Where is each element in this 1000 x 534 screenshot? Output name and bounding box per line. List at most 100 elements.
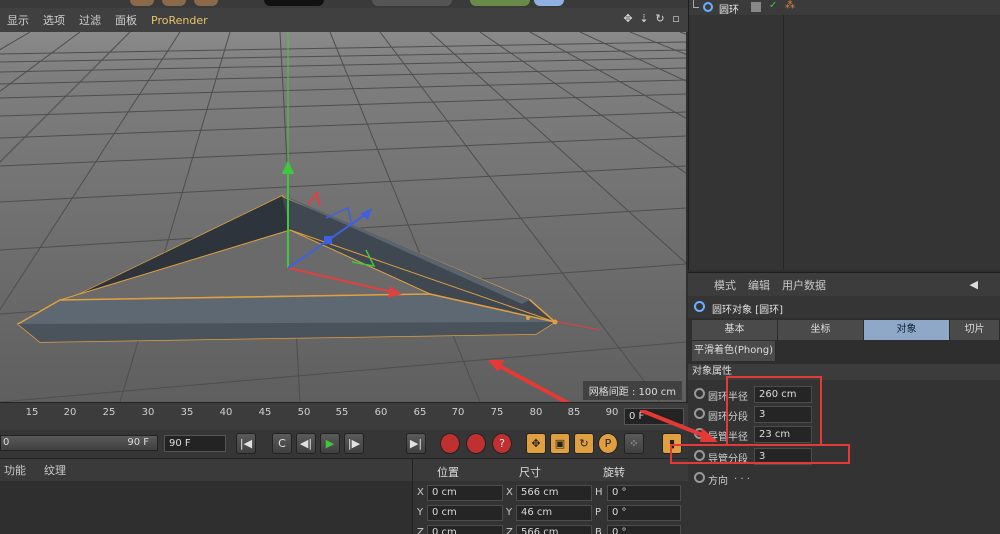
scale-key-icon[interactable]: ▣ (550, 433, 570, 454)
menu-edit[interactable]: 编辑 (748, 277, 770, 293)
dolly-view-icon[interactable]: ⇣ (638, 12, 650, 26)
rotate-view-icon[interactable]: ↻ (654, 12, 666, 26)
menu-prorender[interactable]: ProRender (144, 14, 215, 27)
tick-label: 25 (102, 407, 116, 418)
menu-display[interactable]: 显示 (0, 12, 36, 28)
tick-label: 40 (219, 407, 233, 418)
axis-label: H (595, 487, 603, 498)
torus-icon (694, 301, 705, 312)
play-button[interactable]: ▶ (320, 433, 340, 454)
attributes-title: 圆环对象 [圆环] (688, 296, 1000, 318)
animate-radio[interactable] (694, 472, 705, 483)
timeline-ruler[interactable]: 15 20 25 30 35 40 45 50 55 60 65 70 75 8… (0, 402, 688, 430)
autokey-icon[interactable] (466, 433, 486, 454)
object-manager-divider (783, 15, 784, 270)
coord-row-x: X 0 cm X 566 cm H 0 ° (413, 483, 689, 503)
go-to-start-button[interactable]: |◀ (236, 433, 256, 454)
axis-label: Y (417, 507, 424, 518)
toolbar-icon[interactable] (162, 0, 186, 6)
tree-line-icon (693, 0, 699, 8)
phong-tag-icon[interactable]: ⁂ (785, 0, 795, 11)
step-forward-button[interactable]: |▶ (344, 433, 364, 454)
coord-row-y: Y 0 cm Y 46 cm P 0 ° (413, 503, 689, 523)
toolbar-icon[interactable] (470, 0, 530, 6)
object-name[interactable]: 圆环 (719, 1, 739, 16)
tick-label: 70 (451, 407, 465, 418)
menu-mode[interactable]: 模式 (714, 277, 736, 293)
annotation-box (726, 376, 822, 446)
tick-label: 90 (605, 407, 619, 418)
toolbar-icon[interactable] (264, 0, 324, 6)
object-manager: 圆环 ✓ ⁂ (688, 0, 1000, 270)
size-y-field[interactable]: 46 cm (516, 505, 592, 521)
axis-label: X (506, 487, 513, 498)
menu-panel[interactable]: 面板 (108, 12, 144, 28)
position-header: 位置 (437, 466, 459, 479)
toolbar-icon[interactable] (194, 0, 218, 6)
rotate-key-icon[interactable]: ↻ (574, 433, 594, 454)
tick-label: 55 (335, 407, 349, 418)
rotation-b-field[interactable]: 0 ° (607, 525, 681, 534)
record-icon[interactable] (440, 433, 460, 454)
size-z-field[interactable]: 566 cm (516, 525, 592, 534)
tick-label: 85 (567, 407, 581, 418)
tick-label: 45 (258, 407, 272, 418)
move-view-icon[interactable]: ✥ (622, 12, 634, 26)
tab-phong[interactable]: 平滑着色(Phong) (692, 341, 776, 361)
animate-radio[interactable] (694, 388, 705, 399)
rotation-p-field[interactable]: 0 ° (607, 505, 681, 521)
tab-object[interactable]: 对象 (864, 320, 950, 340)
end-frame-field[interactable]: 90 F (164, 435, 226, 452)
tick-label: 60 (374, 407, 388, 418)
tick-label: 75 (490, 407, 504, 418)
tab-slice[interactable]: 切片 (950, 320, 1000, 340)
toolbar-icon[interactable] (130, 0, 154, 6)
tick-label: 30 (141, 407, 155, 418)
toolbar-icon[interactable] (534, 0, 564, 6)
orientation-dropdown[interactable]: . . . (734, 471, 750, 482)
size-x-field[interactable]: 566 cm (516, 485, 592, 501)
rotation-h-field[interactable]: 0 ° (607, 485, 681, 501)
tab-basic[interactable]: 基本 (692, 320, 778, 340)
tick-label: 15 (25, 407, 39, 418)
menu-texture[interactable]: 纹理 (44, 462, 66, 478)
object-title: 圆环对象 [圆环] (712, 305, 783, 316)
back-arrow-icon[interactable]: ◀ (970, 278, 978, 291)
move-key-icon[interactable]: ✥ (526, 433, 546, 454)
material-menu: 功能 纹理 (0, 459, 412, 481)
param-orientation: 方向 . . . (688, 468, 1000, 488)
axis-label: X (417, 487, 424, 498)
preview-range-slider[interactable]: 0 90 F (0, 435, 158, 451)
tick-label: 20 (63, 407, 77, 418)
viewport-menu-bar: 显示 选项 过滤 面板 ProRender ✥ ⇣ ↻ ▫ (0, 8, 688, 32)
record-keyframe-button[interactable]: C (272, 433, 292, 454)
menu-filter[interactable]: 过滤 (72, 12, 108, 28)
size-header: 尺寸 (519, 466, 541, 479)
toolbar-icon[interactable] (372, 0, 452, 6)
tab-coord[interactable]: 坐标 (778, 320, 864, 340)
coord-row-z: Z 0 cm Z 566 cm B 0 ° (413, 523, 689, 534)
3d-viewport[interactable]: 网格间距 : 100 cm (0, 32, 686, 402)
position-x-field[interactable]: 0 cm (427, 485, 503, 501)
check-icon[interactable]: ✓ (769, 0, 777, 11)
visibility-icon[interactable] (751, 2, 761, 12)
parameter-key-icon[interactable]: P (598, 433, 618, 454)
coordinates-manager: 位置 尺寸 旋转 X 0 cm X 566 cm H 0 ° Y 0 cm Y … (412, 458, 688, 534)
position-z-field[interactable]: 0 cm (427, 525, 503, 534)
toggle-view-icon[interactable]: ▫ (670, 12, 682, 26)
grid-spacing-label: 网格间距 : 100 cm (582, 381, 682, 400)
axis-label: B (595, 527, 602, 534)
attributes-menu: 模式 编辑 用户数据 ◀ (688, 272, 1000, 296)
go-to-end-button[interactable]: ▶| (406, 433, 426, 454)
axis-label: Y (506, 507, 513, 518)
menu-function[interactable]: 功能 (4, 462, 26, 478)
tick-label: 50 (297, 407, 311, 418)
menu-user-data[interactable]: 用户数据 (782, 277, 826, 293)
menu-options[interactable]: 选项 (36, 12, 72, 28)
position-y-field[interactable]: 0 cm (427, 505, 503, 521)
step-back-button[interactable]: ◀| (296, 433, 316, 454)
help-icon[interactable]: ? (492, 433, 512, 454)
main-toolbar (0, 0, 688, 8)
object-row-torus[interactable]: 圆环 ✓ ⁂ (689, 0, 1000, 16)
annotation-arrowhead (640, 410, 718, 442)
